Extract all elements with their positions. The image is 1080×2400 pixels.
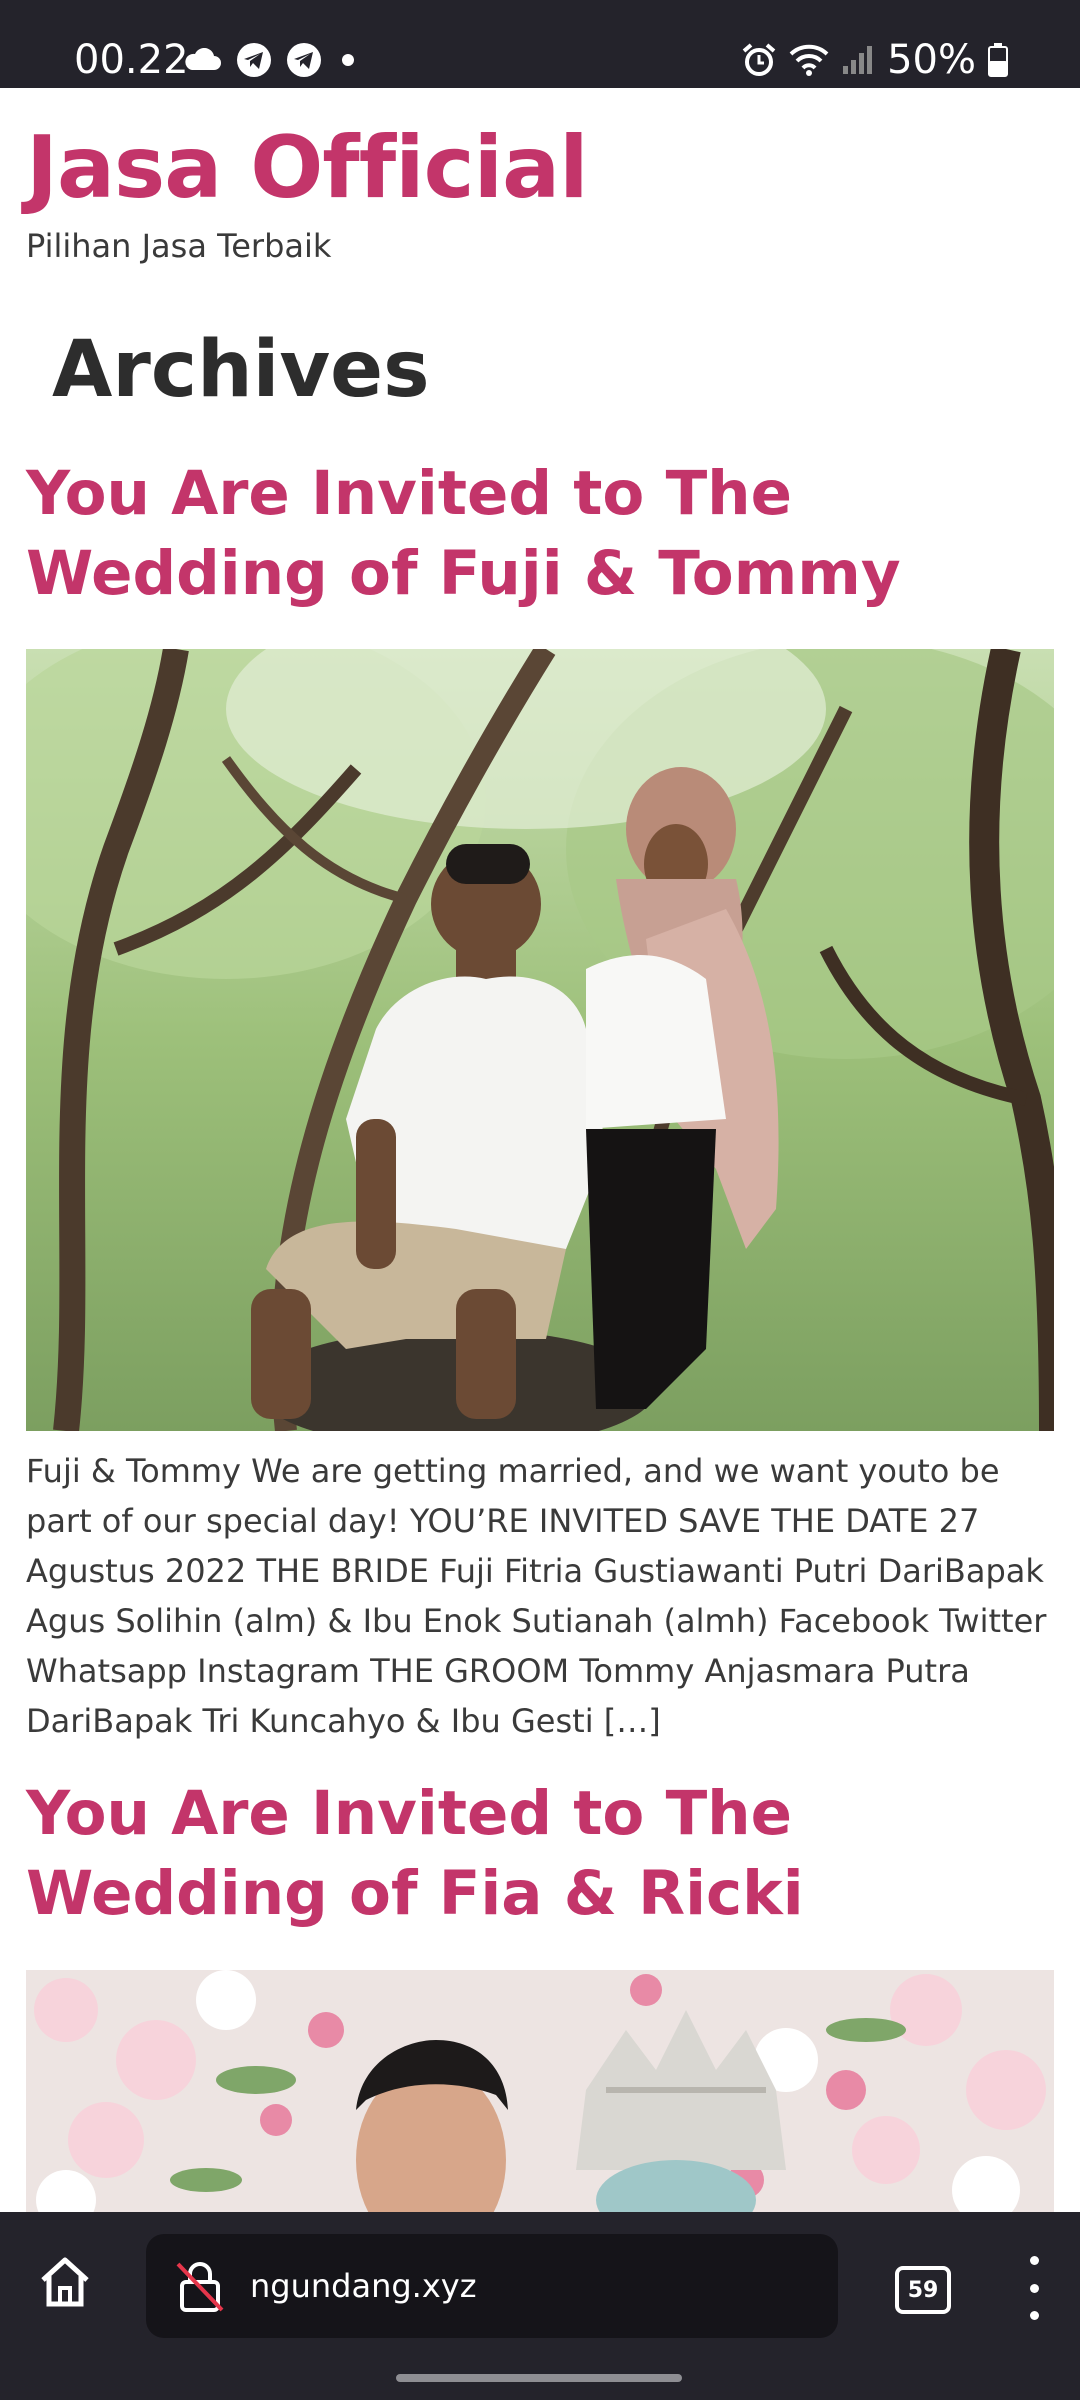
url-text: ngundang.xyz [250, 2267, 477, 2305]
wifi-icon [789, 44, 829, 76]
home-icon [41, 2257, 89, 2307]
telegram-icon [237, 43, 271, 77]
more-vertical-icon [1029, 2311, 1039, 2320]
site-title[interactable]: Jasa Official [26, 118, 589, 218]
more-vertical-icon [1029, 2256, 1039, 2265]
status-bar: 00.22 50% [0, 0, 1080, 88]
not-secure-lock-icon [176, 2262, 224, 2312]
address-bar[interactable]: ngundang.xyz [146, 2234, 838, 2338]
gesture-handle[interactable] [396, 2374, 682, 2382]
dot-icon [342, 54, 354, 66]
archive-heading: Archives [52, 325, 430, 415]
cloud-icon [185, 48, 221, 70]
status-time: 00.22 [74, 37, 189, 83]
tab-switcher-button[interactable]: 59 [895, 2266, 951, 2314]
battery-percent: 50% [887, 37, 976, 83]
post-featured-image[interactable] [26, 649, 1054, 1431]
alarm-icon [742, 43, 776, 76]
couple-flower-wall-photo [26, 1970, 1054, 2212]
notification-icons [184, 40, 360, 80]
browser-bottom-bar: ngundang.xyz 59 [0, 2212, 1080, 2400]
site-tagline: Pilihan Jasa Terbaik [26, 227, 332, 265]
home-button[interactable] [30, 2248, 100, 2316]
post-title-link[interactable]: You Are Invited to The Wedding of Fia & … [26, 1774, 1056, 1934]
post-title-link[interactable]: You Are Invited to The Wedding of Fuji &… [26, 454, 1056, 614]
telegram-icon [287, 43, 321, 77]
post-featured-image[interactable] [26, 1970, 1054, 2212]
post-excerpt: Fuji & Tommy We are getting married, and… [26, 1452, 1047, 1740]
more-vertical-icon [1029, 2283, 1039, 2293]
battery-icon [988, 43, 1008, 77]
signal-icon [843, 46, 873, 74]
couple-under-trees-photo [26, 649, 1054, 1431]
more-options-button[interactable] [1016, 2256, 1052, 2320]
system-icons: 50% [741, 38, 1008, 82]
